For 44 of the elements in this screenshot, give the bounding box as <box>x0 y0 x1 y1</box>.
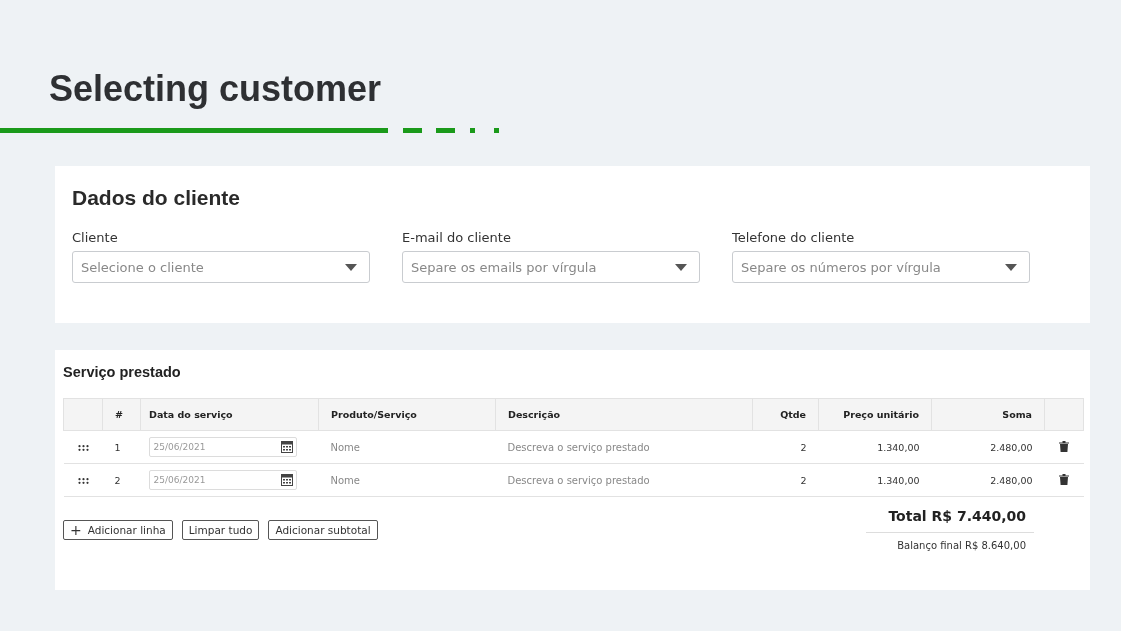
total-amount: Total R$ 7.440,00 <box>888 507 1027 526</box>
caret-icon <box>675 264 687 271</box>
product-field[interactable]: Nome <box>330 474 484 486</box>
trash-icon[interactable] <box>1059 473 1069 485</box>
table-cell: 2.480,00 <box>990 441 1033 453</box>
row-number: 1 <box>114 441 121 453</box>
trash-icon[interactable] <box>1059 440 1069 452</box>
product-field[interactable]: Nome <box>330 441 484 453</box>
slide-title: Selecting customer <box>49 67 383 111</box>
header-cell <box>63 398 103 431</box>
table-cell: 1.340,00 <box>877 474 920 486</box>
table-cell: 2 <box>800 474 807 486</box>
caret-icon <box>345 264 357 271</box>
section-title: Dados do cliente <box>72 186 242 210</box>
caret-icon <box>1005 264 1017 271</box>
column-header: Preço unitário <box>818 398 932 431</box>
drag-handle-icon[interactable] <box>77 477 89 484</box>
column-header: # <box>102 398 141 431</box>
table-cell: 2 <box>800 441 807 453</box>
dropdown-field[interactable]: Separe os números por vírgula <box>732 251 1030 283</box>
table-cell: 2.480,00 <box>990 474 1033 486</box>
field-label: Telefone do cliente <box>732 230 856 245</box>
section-title: Serviço prestado <box>63 364 182 380</box>
calendar-icon[interactable] <box>280 474 293 486</box>
description-field[interactable]: Descreva o serviço prestado <box>507 441 741 453</box>
column-header: Produto/Serviço <box>318 398 496 431</box>
column-header: Qtde <box>752 398 819 431</box>
row-number: 2 <box>114 474 121 486</box>
description-field[interactable]: Descreva o serviço prestado <box>507 474 741 486</box>
drag-handle-icon[interactable] <box>77 444 89 451</box>
header-cell <box>1044 398 1084 431</box>
calendar-icon[interactable] <box>280 441 293 453</box>
action-button[interactable]: Adicionar subtotal <box>268 520 378 540</box>
final-balance: Balanço final R$ 8.640,00 <box>866 532 1034 551</box>
action-button[interactable]: + Adicionar linha <box>63 520 173 540</box>
column-header: Soma <box>931 398 1045 431</box>
dropdown-field[interactable]: Separe os emails por vírgula <box>402 251 700 283</box>
dropdown-field[interactable]: Selecione o cliente <box>72 251 370 283</box>
table-cell: 1.340,00 <box>877 441 920 453</box>
field-label: Cliente <box>72 230 119 245</box>
action-button[interactable]: Limpar tudo <box>181 520 260 540</box>
column-header: Data do serviço <box>140 398 319 431</box>
column-header: Descrição <box>495 398 753 431</box>
field-label: E-mail do cliente <box>402 230 512 245</box>
